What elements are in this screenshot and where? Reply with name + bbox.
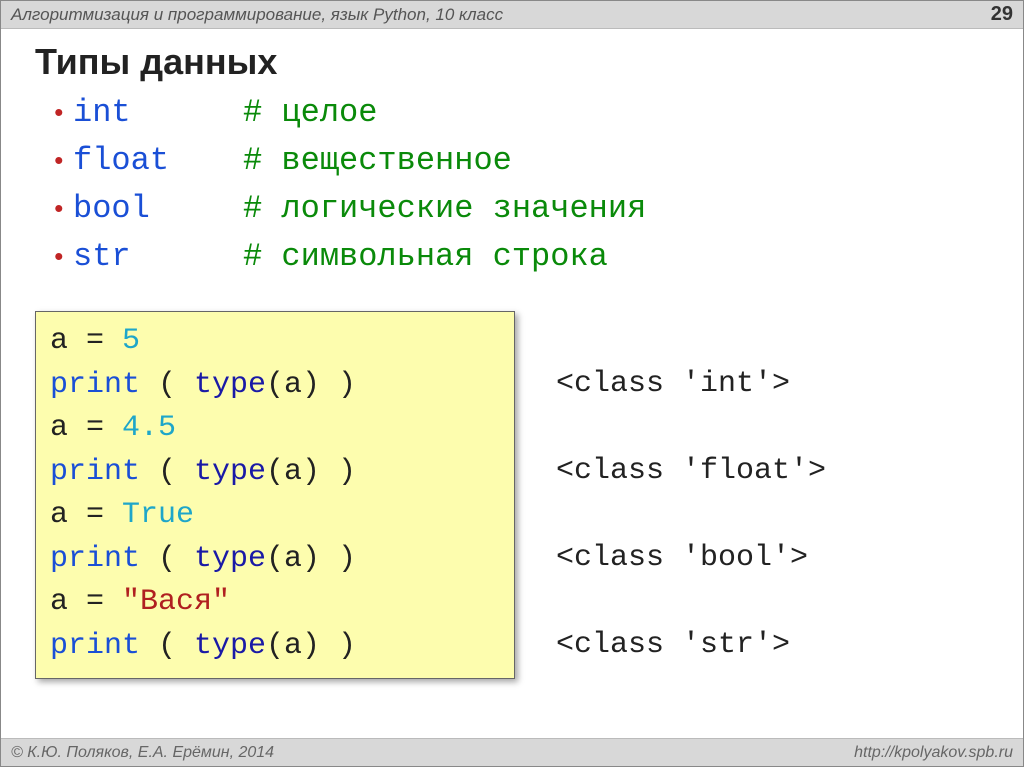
type-row: • bool # логические значения [51,185,1023,233]
code-line: a = 5 [50,320,500,364]
type-row: • int # целое [51,89,1023,137]
code-line: print ( type(a) ) [50,364,500,408]
output-blank [556,580,826,624]
bullet-icon: • [51,239,73,278]
type-comment: # логические значения [243,185,646,233]
slide-title: Типы данных [1,29,1023,89]
code-line: print ( type(a) ) [50,451,500,495]
code-line: a = True [50,494,500,538]
bullet-icon: • [51,191,73,230]
output-blank [556,493,826,537]
code-keyword-type: type [194,542,266,576]
code-var: a [50,324,68,358]
bullet-icon: • [51,95,73,134]
code-args: (a) ) [266,542,356,576]
type-list: • int # целое • float # вещественное • b… [1,89,1023,281]
code-literal: 5 [122,324,140,358]
type-comment: # целое [243,89,377,137]
type-comment: # символьная строка [243,233,608,281]
type-name: float [73,137,243,185]
output-line: <class 'bool'> [556,537,826,581]
code-paren: ( [140,455,194,489]
output-line: <class 'str'> [556,624,826,668]
code-box: a = 5 print ( type(a) ) a = 4.5 print ( … [35,311,515,679]
code-keyword-type: type [194,368,266,402]
code-var: a [50,585,68,619]
header-subject: Алгоритмизация и программирование, язык … [11,5,503,25]
code-eq: = [68,498,122,532]
output-line: <class 'float'> [556,450,826,494]
type-name: str [73,233,243,281]
footer-bar: © К.Ю. Поляков, Е.А. Ерёмин, 2014 http:/… [1,738,1023,766]
code-eq: = [68,585,122,619]
code-paren: ( [140,368,194,402]
code-keyword-print: print [50,368,140,402]
slide: Алгоритмизация и программирование, язык … [0,0,1024,767]
header-bar: Алгоритмизация и программирование, язык … [1,1,1023,29]
code-line: a = "Вася" [50,581,500,625]
content-area: • int # целое • float # вещественное • b… [1,89,1023,738]
code-var: a [50,498,68,532]
code-args: (a) ) [266,368,356,402]
code-eq: = [68,411,122,445]
bullet-icon: • [51,143,73,182]
output-blank [556,406,826,450]
type-row: • float # вещественное [51,137,1023,185]
code-line: a = 4.5 [50,407,500,451]
code-literal: 4.5 [122,411,176,445]
page-number: 29 [991,3,1013,26]
code-keyword-print: print [50,542,140,576]
output-column: <class 'int'> <class 'float'> <class 'bo… [556,311,826,667]
code-keyword-print: print [50,455,140,489]
type-comment: # вещественное [243,137,512,185]
code-eq: = [68,324,122,358]
code-line: print ( type(a) ) [50,538,500,582]
type-name: bool [73,185,243,233]
output-line: <class 'int'> [556,363,826,407]
code-var: a [50,411,68,445]
type-row: • str # символьная строка [51,233,1023,281]
footer-copyright: © К.Ю. Поляков, Е.А. Ерёмин, 2014 [11,744,274,762]
code-keyword-type: type [194,455,266,489]
code-keyword-type: type [194,629,266,663]
code-keyword-print: print [50,629,140,663]
code-paren: ( [140,542,194,576]
code-line: print ( type(a) ) [50,625,500,669]
output-blank [556,319,826,363]
type-name: int [73,89,243,137]
code-literal: "Вася" [122,585,230,619]
footer-url: http://kpolyakov.spb.ru [854,744,1013,762]
code-paren: ( [140,629,194,663]
code-literal: True [122,498,194,532]
code-args: (a) ) [266,629,356,663]
code-args: (a) ) [266,455,356,489]
